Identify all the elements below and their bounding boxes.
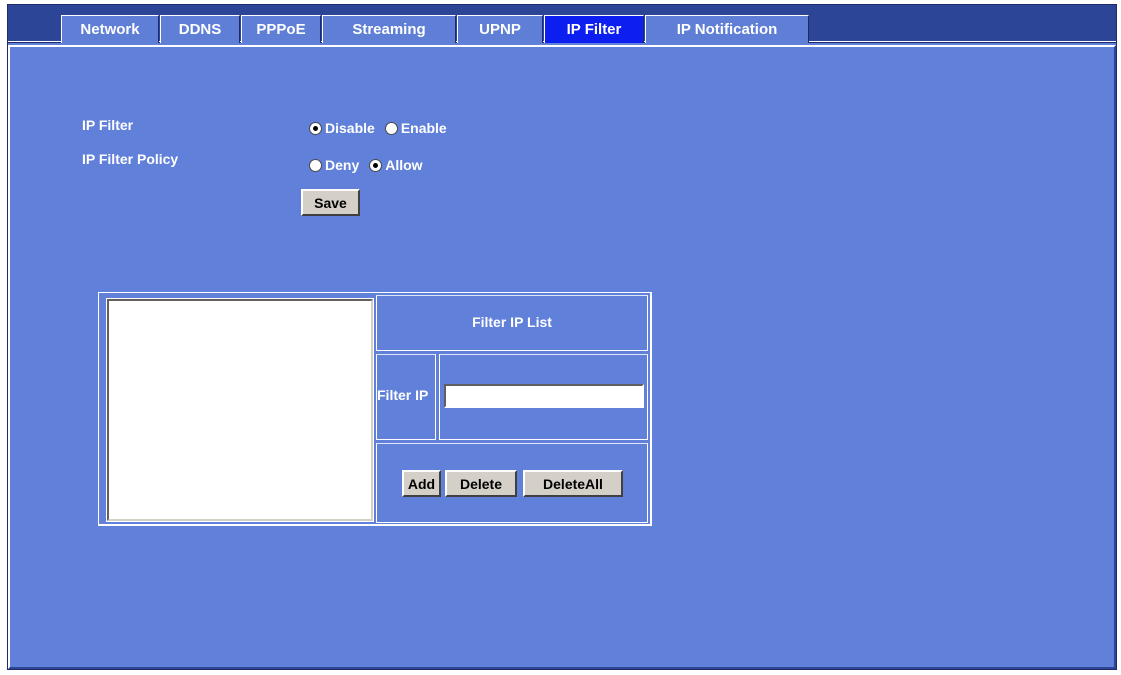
- tab-upnp[interactable]: UPNP: [457, 15, 543, 43]
- save-button[interactable]: Save: [301, 189, 360, 216]
- delete-all-button[interactable]: DeleteAll: [523, 470, 623, 497]
- filter-ip-input-cell: [439, 354, 648, 440]
- ip-filter-policy-label: IP Filter Policy: [82, 151, 179, 167]
- policy-deny-radio[interactable]: [309, 158, 322, 172]
- tab-ddns[interactable]: DDNS: [160, 15, 240, 43]
- tab-ip-filter[interactable]: IP Filter: [544, 15, 644, 43]
- filter-ip-label: Filter IP: [377, 387, 429, 403]
- ip-filter-label: IP Filter: [82, 117, 134, 133]
- filter-ip-actions-cell: Add Delete DeleteAll: [376, 443, 648, 523]
- filter-ip-label-cell: Filter IP: [376, 354, 436, 440]
- filter-ip-list-title: Filter IP List: [472, 314, 552, 330]
- filter-ip-table: Filter IP List Filter IP Add Delete Dele…: [98, 292, 652, 526]
- ip-filter-enable-radio[interactable]: [384, 121, 398, 135]
- filter-ip-input[interactable]: [444, 384, 644, 408]
- filter-ip-list-header: Filter IP List: [376, 295, 648, 351]
- policy-allow-radio[interactable]: [369, 158, 383, 172]
- tab-streaming[interactable]: Streaming: [322, 15, 456, 43]
- tab-network[interactable]: Network: [61, 15, 159, 43]
- settings-frame: Network DDNS PPPoE Streaming UPNP IP Fil…: [7, 4, 1117, 670]
- ip-filter-radio-group: Disable Enable: [309, 120, 457, 136]
- filter-ip-listbox[interactable]: [106, 298, 374, 522]
- policy-deny-label[interactable]: Deny: [325, 157, 359, 173]
- ip-filter-disable-radio[interactable]: [309, 121, 322, 135]
- tab-pppoe[interactable]: PPPoE: [241, 15, 321, 43]
- ip-filter-policy-radio-group: Deny Allow: [309, 157, 433, 173]
- add-button[interactable]: Add: [402, 470, 441, 497]
- policy-allow-label[interactable]: Allow: [385, 157, 422, 173]
- ip-filter-panel: IP Filter Disable Enable IP Filter Polic…: [8, 45, 1116, 669]
- ip-filter-enable-label[interactable]: Enable: [401, 120, 447, 136]
- tab-bar: Network DDNS PPPoE Streaming UPNP IP Fil…: [8, 5, 1116, 43]
- delete-button[interactable]: Delete: [445, 470, 517, 497]
- tab-ip-notification[interactable]: IP Notification: [645, 15, 809, 43]
- ip-filter-disable-label[interactable]: Disable: [325, 120, 375, 136]
